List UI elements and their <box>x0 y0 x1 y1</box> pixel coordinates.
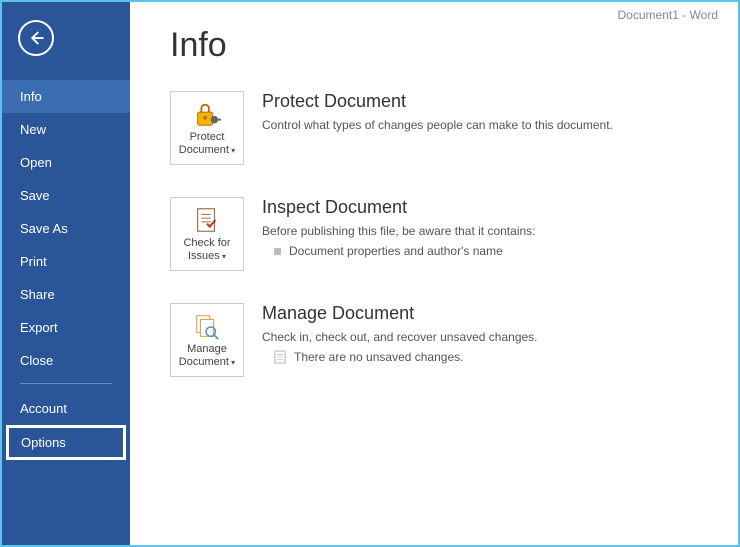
manage-list-text: There are no unsaved changes. <box>294 350 463 364</box>
check-for-issues-button[interactable]: Check for Issues <box>170 197 244 271</box>
lock-icon <box>192 99 222 129</box>
protect-body: Protect Document Control what types of c… <box>262 91 714 134</box>
inspect-title: Inspect Document <box>262 197 714 218</box>
documents-icon <box>192 311 222 341</box>
manage-title: Manage Document <box>262 303 714 324</box>
protect-tile-label: Protect Document <box>173 131 241 157</box>
inspect-list-item: Document properties and author's name <box>262 244 714 258</box>
bullet-icon <box>274 248 281 255</box>
nav-save[interactable]: Save <box>2 179 130 212</box>
window-title: Document1 - Word <box>618 8 718 22</box>
manage-desc: Check in, check out, and recover unsaved… <box>262 328 714 346</box>
nav-save-as[interactable]: Save As <box>2 212 130 245</box>
inspect-section: Check for Issues Inspect Document Before… <box>170 197 714 271</box>
checklist-icon <box>192 205 222 235</box>
protect-desc: Control what types of changes people can… <box>262 116 714 134</box>
nav-share[interactable]: Share <box>2 278 130 311</box>
nav-options[interactable]: Options <box>6 425 126 460</box>
protect-section: Protect Document Protect Document Contro… <box>170 91 714 165</box>
manage-tile-label: Manage Document <box>173 343 241 369</box>
page-icon <box>274 350 286 364</box>
manage-section: Manage Document Manage Document Check in… <box>170 303 714 377</box>
file-sidebar: Info New Open Save Save As Print Share E… <box>2 2 130 545</box>
nav-account[interactable]: Account <box>2 392 130 425</box>
inspect-list-text: Document properties and author's name <box>289 244 503 258</box>
nav-export[interactable]: Export <box>2 311 130 344</box>
manage-list: There are no unsaved changes. <box>262 350 714 364</box>
back-arrow-icon <box>27 29 45 47</box>
nav-print[interactable]: Print <box>2 245 130 278</box>
manage-body: Manage Document Check in, check out, and… <box>262 303 714 364</box>
inspect-desc: Before publishing this file, be aware th… <box>262 222 714 240</box>
protect-title: Protect Document <box>262 91 714 112</box>
nav-info[interactable]: Info <box>2 80 130 113</box>
nav-new[interactable]: New <box>2 113 130 146</box>
inspect-body: Inspect Document Before publishing this … <box>262 197 714 258</box>
manage-document-button[interactable]: Manage Document <box>170 303 244 377</box>
manage-list-item: There are no unsaved changes. <box>262 350 714 364</box>
inspect-tile-label: Check for Issues <box>173 237 241 263</box>
main-content: Info Protect Document Protect Document C… <box>130 2 738 545</box>
nav-open[interactable]: Open <box>2 146 130 179</box>
page-title: Info <box>170 26 714 65</box>
nav-list: Info New Open Save Save As Print Share E… <box>2 80 130 545</box>
back-button[interactable] <box>18 20 54 56</box>
protect-document-button[interactable]: Protect Document <box>170 91 244 165</box>
backstage-window: Document1 - Word Info New Open Save Save… <box>0 0 740 547</box>
nav-divider <box>20 383 112 384</box>
nav-close[interactable]: Close <box>2 344 130 377</box>
inspect-list: Document properties and author's name <box>262 244 714 258</box>
